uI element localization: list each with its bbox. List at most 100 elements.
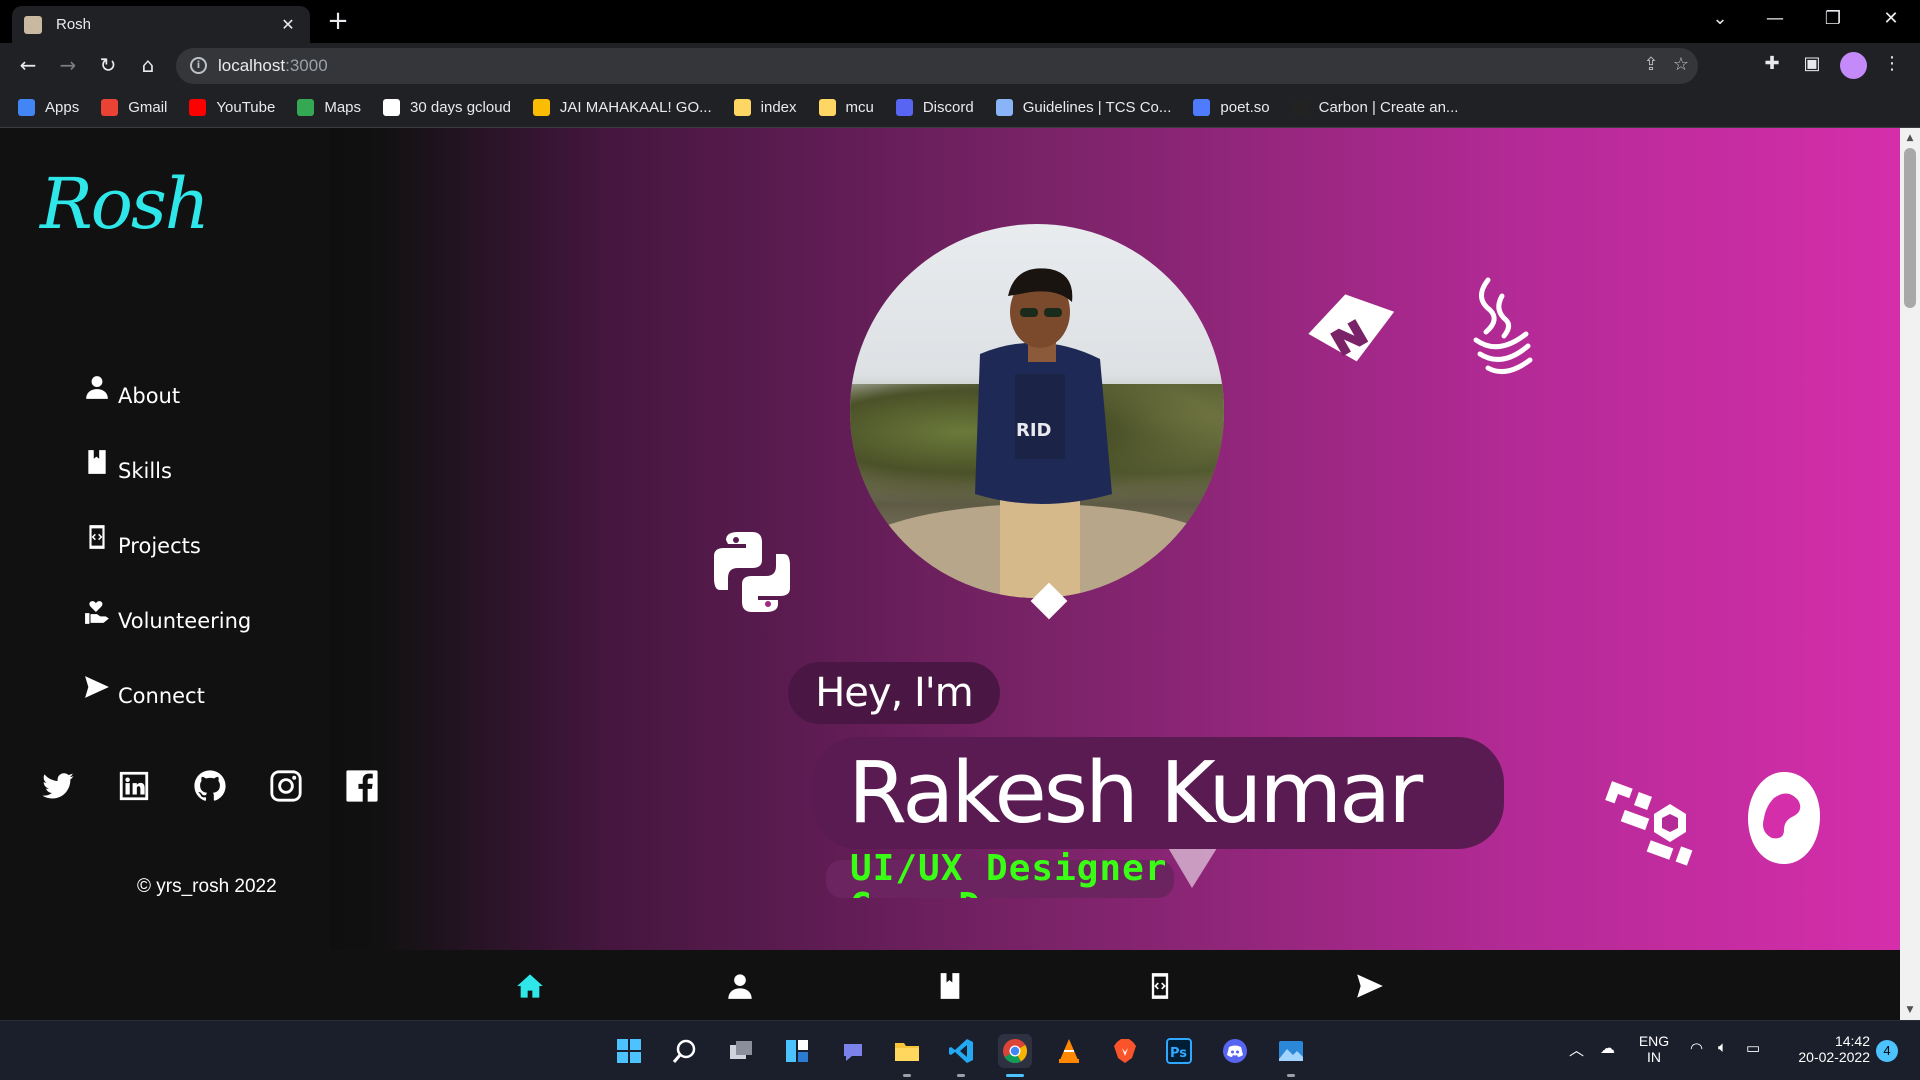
sidebar-item-label: Connect (118, 684, 205, 708)
tab-close-icon[interactable]: ✕ (278, 15, 298, 34)
page-scrollbar[interactable]: ▲ ▼ (1900, 128, 1920, 1020)
sidebar-item-skills[interactable]: Skills (84, 408, 251, 483)
user-icon[interactable] (726, 972, 754, 1000)
address-bar[interactable]: i localhost:3000 ⇪ ☆ (176, 48, 1698, 84)
minimize-button[interactable]: — (1760, 8, 1790, 29)
instagram-icon[interactable] (268, 768, 304, 804)
teams-chat-icon[interactable] (836, 1034, 870, 1068)
widgets-icon[interactable] (780, 1034, 814, 1068)
bookmark-item[interactable]: Carbon | Create an... (1291, 99, 1458, 116)
discord-icon[interactable] (1218, 1034, 1252, 1068)
chrome-icon[interactable] (998, 1034, 1032, 1077)
brave-icon[interactable] (1108, 1034, 1142, 1068)
browser-toolbar: ← → ↻ ⌂ i localhost:3000 ⇪ ☆ ✚ ▣ ⋮ (0, 43, 1920, 88)
forward-icon[interactable]: → (54, 51, 82, 79)
python-icon (712, 530, 792, 614)
wifi-icon[interactable]: ◠ (1690, 1039, 1703, 1057)
vlc-icon[interactable] (1052, 1034, 1086, 1068)
send-icon[interactable] (1356, 972, 1384, 1000)
code-icon[interactable] (1146, 972, 1174, 1000)
bookmark-label: Apps (45, 99, 80, 116)
language-indicator[interactable]: ENG IN (1636, 1033, 1672, 1065)
photos-icon[interactable] (1274, 1034, 1308, 1077)
file-explorer-icon[interactable] (890, 1034, 924, 1077)
onedrive-icon[interactable]: ☁ (1600, 1039, 1615, 1057)
scroll-up-icon[interactable]: ▲ (1900, 130, 1920, 146)
hand-heart-icon (85, 601, 109, 624)
task-view-icon[interactable] (724, 1034, 758, 1068)
extensions-icon[interactable]: ✚ (1758, 53, 1786, 74)
bookmark-item[interactable]: Apps (18, 99, 79, 116)
start-icon[interactable] (612, 1034, 646, 1068)
sidebar-item-about[interactable]: About (84, 333, 251, 408)
sidebar-item-label: Skills (118, 459, 172, 483)
send-icon (85, 676, 109, 698)
reload-icon[interactable]: ↻ (94, 51, 122, 79)
github-icon[interactable] (192, 768, 228, 804)
tab-search-icon[interactable]: ⌄ (1705, 8, 1735, 29)
sidebar-item-projects[interactable]: Projects (84, 483, 251, 558)
linkedin-icon[interactable] (116, 768, 152, 804)
sidebar-item-connect[interactable]: Connect (84, 633, 251, 708)
tray-overflow-icon[interactable]: ︿ (1569, 1039, 1584, 1060)
close-window-button[interactable]: ✕ (1876, 8, 1906, 29)
book-icon (88, 450, 106, 474)
java-icon (1466, 276, 1536, 380)
copyright-text: © yrs_rosh 2022 (137, 876, 277, 897)
battery-icon[interactable]: ▭ (1746, 1039, 1760, 1057)
bookmark-item[interactable]: Guidelines | TCS Co... (995, 99, 1171, 116)
svg-text:RID: RID (1016, 420, 1052, 441)
bookmark-item[interactable]: YouTube (189, 99, 275, 116)
bookmark-item[interactable]: 30 days gcloud (383, 99, 511, 116)
photoshop-icon[interactable]: Ps (1162, 1034, 1196, 1068)
bookmark-item[interactable]: JAI MAHAKAAL! GO... (532, 99, 712, 116)
site-logo[interactable]: Rosh (40, 163, 210, 245)
browser-titlebar: Rosh ✕ + ⌄ — ❐ ✕ (0, 0, 1920, 43)
bookmark-star-icon[interactable]: ☆ (1668, 54, 1694, 75)
bookmark-item[interactable]: poet.so (1193, 99, 1270, 116)
volume-icon[interactable]: 🔈︎ (1718, 1039, 1727, 1056)
bookmark-label: YouTube (216, 99, 276, 116)
greeting-text: Hey, I'm (788, 662, 1000, 724)
bookmark-label: JAI MAHAKAAL! GO... (559, 99, 712, 116)
tab-title: Rosh (56, 16, 92, 33)
clock[interactable]: 14:42 20-02-2022 (1780, 1033, 1870, 1065)
bookmark-label: Discord (922, 99, 974, 116)
bookmark-item[interactable]: Maps (297, 99, 361, 116)
scroll-down-icon[interactable]: ▼ (1900, 1002, 1920, 1018)
bookmark-item[interactable]: Gmail (101, 99, 167, 116)
page-icon (995, 99, 1013, 116)
menu-kebab-icon[interactable]: ⋮ (1878, 53, 1906, 74)
side-panel-icon[interactable]: ▣ (1798, 53, 1826, 74)
sidebar-item-label: Projects (118, 534, 201, 558)
search-icon[interactable] (668, 1034, 702, 1068)
new-tab-button[interactable]: + (323, 8, 353, 34)
book-icon[interactable] (936, 972, 964, 1000)
bookmark-item[interactable]: mcu (818, 99, 874, 116)
url-text[interactable]: localhost:3000 (218, 56, 328, 76)
share-icon[interactable]: ⇪ (1638, 54, 1664, 75)
role-text: UI/UX Designer (850, 852, 1168, 889)
code-icon (89, 525, 105, 549)
notification-badge[interactable]: 4 (1876, 1040, 1898, 1062)
profile-avatar[interactable] (1840, 52, 1867, 79)
site-info-icon[interactable]: i (190, 57, 207, 74)
portfolio-page: Rosh About Skills Projects Volunteering (0, 128, 1900, 1020)
back-icon[interactable]: ← (14, 51, 42, 79)
twitter-icon[interactable] (40, 768, 76, 804)
vscode-icon[interactable] (944, 1034, 978, 1077)
home-icon[interactable] (516, 972, 544, 1000)
bookmark-item[interactable]: Discord (895, 99, 974, 116)
restore-button[interactable]: ❐ (1818, 8, 1848, 29)
scroll-thumb[interactable] (1904, 148, 1916, 308)
home-button-icon[interactable]: ⌂ (134, 51, 162, 79)
drive-icon (532, 99, 550, 116)
browser-tab[interactable]: Rosh ✕ (12, 6, 310, 43)
svg-text:Ps: Ps (1170, 1046, 1187, 1061)
sidebar-item-volunteering[interactable]: Volunteering (84, 558, 251, 633)
hero-name: Rakesh Kumar (848, 744, 1423, 843)
social-links (40, 768, 420, 804)
bookmark-label: Maps (324, 99, 362, 116)
facebook-icon[interactable] (344, 768, 380, 804)
bookmark-item[interactable]: index (733, 99, 797, 116)
